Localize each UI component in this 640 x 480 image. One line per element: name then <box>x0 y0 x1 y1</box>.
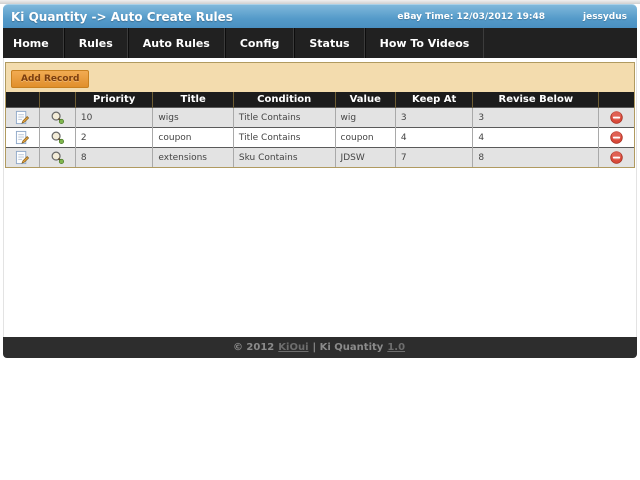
value-cell: coupon <box>334 127 396 148</box>
ebay-time-label: eBay Time: 12/03/2012 19:48 <box>397 11 546 22</box>
condition-cell: Title Contains <box>232 107 336 128</box>
condition-cell: Title Contains <box>232 127 336 148</box>
edit-icon[interactable] <box>15 110 30 125</box>
rules-table: Priority Title Condition Value Keep At R… <box>6 92 634 167</box>
col-delete <box>598 92 634 108</box>
col-title: Title <box>152 92 234 108</box>
zoom-cell[interactable] <box>38 107 76 128</box>
col-condition: Condition <box>232 92 336 108</box>
nav-item-auto-rules[interactable]: Auto Rules <box>127 28 225 58</box>
zoom-icon[interactable] <box>50 130 65 145</box>
edit-cell[interactable] <box>6 127 40 148</box>
title-cell: coupon <box>152 127 234 148</box>
kioui-link[interactable]: KiOui <box>278 342 308 353</box>
col-edit <box>6 92 40 108</box>
nav-bar: Home Rules Auto Rules Config Status How … <box>3 28 637 58</box>
condition-cell: Sku Contains <box>232 147 336 167</box>
toolbar: Add Record <box>6 63 634 92</box>
zoom-cell[interactable] <box>38 147 76 167</box>
copyright-text: © 2012 <box>232 342 275 353</box>
delete-icon[interactable] <box>609 130 624 145</box>
priority-cell: 10 <box>74 107 153 128</box>
zoom-cell[interactable] <box>38 127 76 148</box>
main-content: Add Record Priority Title Condition Valu <box>3 58 637 337</box>
delete-cell[interactable] <box>598 107 634 128</box>
nav-item-config[interactable]: Config <box>224 28 295 58</box>
table-row: 2 coupon Title Contains coupon 4 4 <box>6 127 634 148</box>
priority-cell: 8 <box>74 147 153 167</box>
delete-icon[interactable] <box>609 150 624 165</box>
nav-item-status[interactable]: Status <box>294 28 365 58</box>
app-header: Ki Quantity -> Auto Create Rules eBay Ti… <box>3 4 637 28</box>
keep-at-cell: 3 <box>394 107 473 128</box>
value-cell: JDSW <box>334 147 396 167</box>
nav-item-rules[interactable]: Rules <box>63 28 128 58</box>
title-cell: wigs <box>152 107 234 128</box>
keep-at-cell: 7 <box>394 147 473 167</box>
edit-icon[interactable] <box>15 130 30 145</box>
table-header-row: Priority Title Condition Value Keep At R… <box>6 92 634 108</box>
version-link[interactable]: 1.0 <box>387 342 405 353</box>
col-view <box>38 92 76 108</box>
table-row: 8 extensions Sku Contains JDSW 7 8 <box>6 147 634 167</box>
delete-icon[interactable] <box>609 110 624 125</box>
edit-cell[interactable] <box>6 107 40 128</box>
col-value: Value <box>334 92 396 108</box>
username-label: jessydus <box>583 11 627 22</box>
edit-cell[interactable] <box>6 147 40 167</box>
nav-item-home[interactable]: Home <box>3 28 64 58</box>
revise-below-cell: 3 <box>472 107 599 128</box>
nav-item-how-to-videos[interactable]: How To Videos <box>364 28 485 58</box>
col-revise-below: Revise Below <box>472 92 599 108</box>
page-title: Ki Quantity -> Auto Create Rules <box>11 9 233 24</box>
edit-icon[interactable] <box>15 150 30 165</box>
rules-panel: Add Record Priority Title Condition Valu <box>5 62 635 168</box>
footer-bar: © 2012 KiOui | Ki Quantity 1.0 <box>3 337 637 358</box>
keep-at-cell: 4 <box>394 127 473 148</box>
page-container: Ki Quantity -> Auto Create Rules eBay Ti… <box>3 4 637 358</box>
zoom-icon[interactable] <box>50 150 65 165</box>
zoom-icon[interactable] <box>50 110 65 125</box>
title-cell: extensions <box>152 147 234 167</box>
delete-cell[interactable] <box>598 147 634 167</box>
revise-below-cell: 8 <box>472 147 599 167</box>
col-priority: Priority <box>74 92 153 108</box>
add-record-button[interactable]: Add Record <box>11 70 90 88</box>
col-keep-at: Keep At <box>394 92 473 108</box>
footer-middle-text: | Ki Quantity <box>312 342 384 353</box>
delete-cell[interactable] <box>598 127 634 148</box>
table-row: 10 wigs Title Contains wig 3 3 <box>6 107 634 128</box>
table-body: 10 wigs Title Contains wig 3 3 2 coupon Title Co… <box>6 107 634 167</box>
priority-cell: 2 <box>74 127 153 148</box>
revise-below-cell: 4 <box>472 127 599 148</box>
value-cell: wig <box>334 107 396 128</box>
